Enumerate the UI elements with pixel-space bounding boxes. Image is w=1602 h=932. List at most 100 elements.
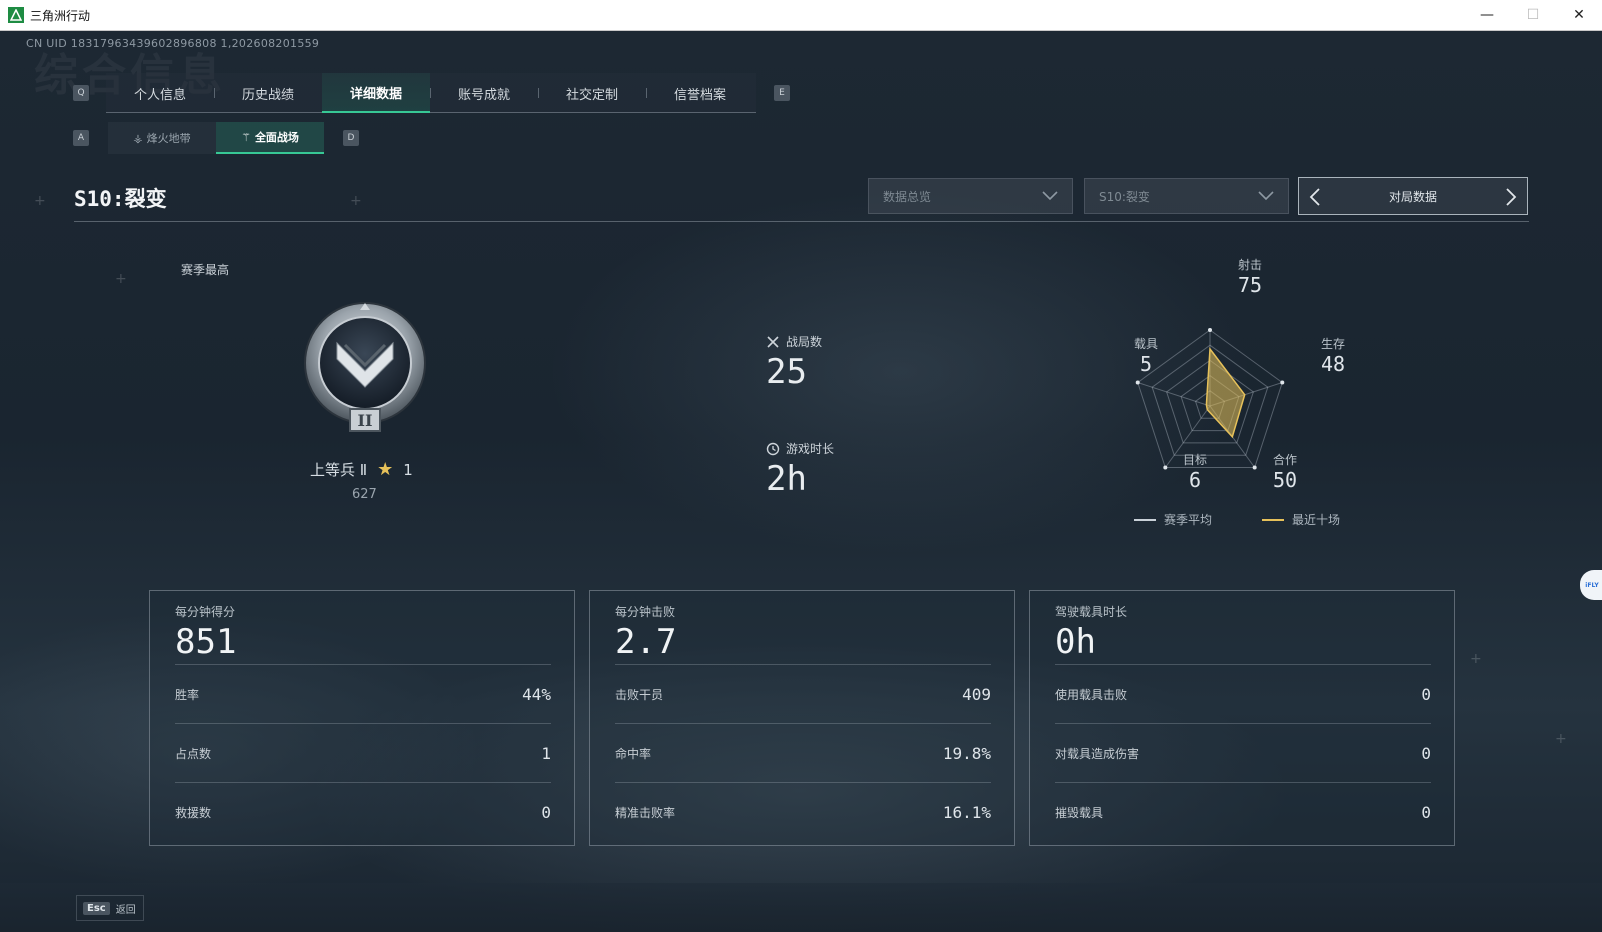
side-floating-badge[interactable]: iFLY — [1580, 570, 1602, 600]
vehicle-time-card: 驾驶载具时长 0h 使用载具击败 0 对载具造成伤害 0 摧毁载具 0 — [1029, 590, 1455, 846]
back-label: 返回 — [115, 904, 136, 916]
radar-axis-value: 6 — [1188, 468, 1202, 492]
main-tabs: 个人信息 历史战绩 详细数据 账号成就 社交定制 信誉档案 — [106, 73, 756, 113]
subtab-warfare-label: 全面战场 — [254, 131, 299, 144]
card-row-value: 16.1% — [942, 802, 991, 822]
card-row-value: 0 — [1421, 743, 1431, 763]
minimize-button[interactable]: — — [1464, 0, 1510, 30]
matches-stat: 战局数 25 — [766, 333, 822, 392]
card-row-label: 占点数 — [175, 746, 212, 761]
chevron-right-icon[interactable] — [1501, 187, 1519, 207]
side-badge-text: iFLY — [1585, 581, 1599, 589]
window-title: 三角洲行动 — [30, 8, 91, 23]
radar-label-cooperation: 合作 50 — [1255, 451, 1315, 492]
radar-axis-dot — [1135, 380, 1140, 385]
rank-name-row: 上等兵 Ⅱ ★ 1 — [310, 459, 413, 480]
window-titlebar: 三角洲行动 — ☐ ✕ — [0, 0, 1602, 31]
clock-icon — [766, 442, 780, 455]
data-mode-dropdown[interactable]: 数据总览 — [868, 178, 1073, 214]
tab-prev-key-hint[interactable]: Q — [73, 85, 89, 101]
radar-axis-name: 目标 — [1182, 453, 1207, 467]
radar-legend-recent-ten: 最近十场 — [1262, 511, 1340, 528]
subtab-operations[interactable]: ⚶ 烽火地带 — [108, 122, 216, 154]
tab-detailed-data[interactable]: 详细数据 — [322, 73, 430, 113]
tab-history-record[interactable]: 历史战绩 — [214, 73, 322, 113]
card-row: 对载具造成伤害 0 — [1055, 723, 1431, 782]
chevron-down-icon — [1258, 191, 1274, 201]
radar-label-shooting: 射击 75 — [1220, 256, 1280, 297]
card-title: 每分钟得分 — [175, 605, 236, 619]
uid-text: CN UID 18317963439602896808 1,2026082015… — [26, 37, 320, 50]
card-row: 击败干员 409 — [615, 664, 991, 723]
radar-recent-polygon — [1205, 346, 1246, 439]
pager-label: 对局数据 — [1388, 189, 1437, 204]
chevron-left-icon[interactable] — [1307, 187, 1325, 207]
card-row-value: 409 — [962, 684, 991, 704]
tab-personal-info[interactable]: 个人信息 — [106, 73, 214, 113]
chevron-down-icon — [1042, 191, 1058, 201]
card-row-label: 救援数 — [175, 805, 212, 820]
kills-per-minute-card: 每分钟击败 2.7 击败干员 409 命中率 19.8% 精准击败率 16.1% — [589, 590, 1015, 846]
season-divider — [74, 221, 1529, 222]
maximize-button[interactable]: ☐ — [1510, 0, 1556, 30]
rank-name: 上等兵 Ⅱ — [310, 461, 368, 479]
radar-axis-value: 5 — [1139, 352, 1153, 376]
playtime-stat: 游戏时长 2h — [766, 440, 834, 499]
subtab-operations-label: 烽火地带 — [146, 132, 191, 145]
mode-subtabs: ⚶ 烽火地带 ⚚ 全面战场 — [108, 122, 324, 154]
radar-label-vehicle: 载具 5 — [1116, 335, 1176, 376]
radar-axis-value: 48 — [1320, 352, 1346, 376]
card-row-value: 1 — [541, 743, 551, 763]
card-row-label: 击败干员 — [615, 687, 664, 702]
card-value: 2.7 — [615, 622, 677, 662]
radar-axis-value: 75 — [1237, 273, 1263, 297]
card-row-value: 19.8% — [942, 743, 991, 763]
app-logo-icon — [8, 7, 24, 23]
playtime-value: 2h — [766, 459, 807, 499]
legend-label: 最近十场 — [1292, 513, 1341, 527]
crosshair-decoration-icon: + — [1555, 731, 1567, 747]
card-row: 占点数 1 — [175, 723, 551, 782]
subtab-prev-key-hint[interactable]: A — [73, 130, 89, 146]
subtab-next-key-hint[interactable]: D — [343, 130, 359, 146]
rank-badge-numeral: II — [358, 411, 373, 430]
card-row-label: 胜率 — [175, 687, 200, 702]
bottom-bar — [0, 883, 1602, 932]
card-row-value: 44% — [522, 684, 551, 704]
card-row-label: 命中率 — [615, 746, 652, 761]
card-row-value: 0 — [1421, 802, 1431, 822]
radar-axis-line — [1137, 382, 1211, 407]
back-button[interactable]: Esc 返回 — [76, 895, 144, 921]
card-title: 每分钟击败 — [615, 605, 676, 619]
card-row-value: 0 — [1421, 684, 1431, 704]
card-row-label: 对载具造成伤害 — [1055, 746, 1140, 761]
rank-badge-icon: II — [304, 302, 426, 432]
season-dropdown[interactable]: S10:裂变 — [1084, 178, 1289, 214]
legend-swatch — [1134, 518, 1156, 521]
card-row-label: 使用载具击败 — [1055, 687, 1128, 702]
crosshair-decoration-icon: + — [350, 193, 362, 209]
esc-key-hint: Esc — [83, 901, 110, 915]
card-row: 精准击败率 16.1% — [615, 782, 991, 841]
radar-label-survival: 生存 48 — [1303, 335, 1363, 376]
operations-mode-icon: ⚶ — [133, 131, 143, 145]
close-button[interactable]: ✕ — [1556, 0, 1602, 30]
radar-axis-name: 合作 — [1272, 453, 1297, 467]
tab-credit-profile[interactable]: 信誉档案 — [646, 73, 754, 113]
legend-swatch — [1262, 518, 1284, 521]
season-title: S10:裂变 — [74, 187, 167, 211]
tab-achievements[interactable]: 账号成就 — [430, 73, 538, 113]
radar-axis-name: 生存 — [1320, 337, 1345, 351]
card-row-label: 摧毁载具 — [1055, 805, 1104, 820]
crosshair-decoration-icon: + — [34, 193, 46, 209]
subtab-warfare[interactable]: ⚚ 全面战场 — [216, 122, 324, 154]
radar-label-objective: 目标 6 — [1165, 451, 1225, 492]
card-row: 命中率 19.8% — [615, 723, 991, 782]
card-row-value: 0 — [541, 802, 551, 822]
tab-social-custom[interactable]: 社交定制 — [538, 73, 646, 113]
crossed-swords-icon — [767, 335, 779, 348]
data-mode-dropdown-value: 数据总览 — [883, 189, 932, 204]
card-row: 使用载具击败 0 — [1055, 664, 1431, 723]
season-best-label: 赛季最高 — [181, 263, 230, 277]
tab-next-key-hint[interactable]: E — [774, 85, 790, 101]
